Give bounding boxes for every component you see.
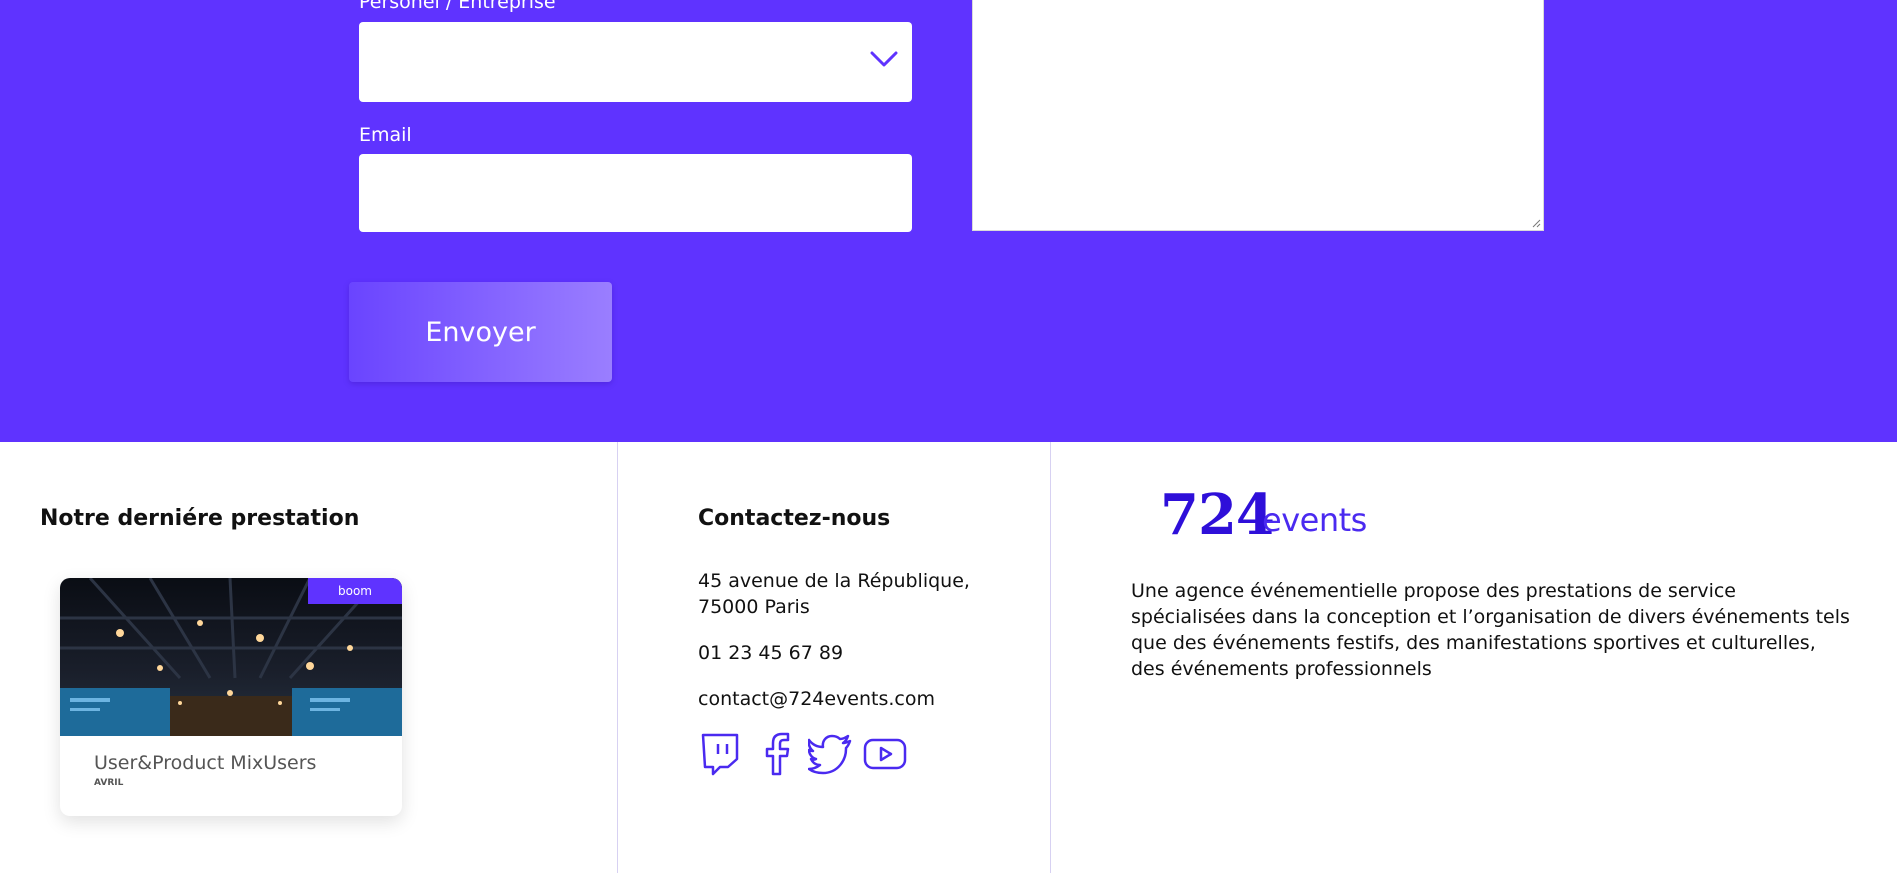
message-textarea[interactable] [972, 0, 1544, 231]
contact-email[interactable]: contact@724events.com [698, 686, 935, 712]
brand-logo-number: 724 [1160, 482, 1275, 548]
event-title: User&Product MixUsers [94, 752, 317, 774]
email-label: Email [359, 124, 412, 146]
brand-description: Une agence événementielle propose des pr… [1131, 580, 1850, 680]
event-month: AVRIL [94, 778, 124, 788]
phone-number: 01 23 45 67 89 [698, 642, 844, 664]
twitter-icon[interactable] [808, 732, 852, 776]
twitch-icon[interactable] [700, 732, 740, 776]
brand-logo-word: events [1262, 501, 1367, 539]
address-line-2: 75000 Paris [698, 596, 810, 618]
type-select[interactable] [359, 22, 912, 102]
contact-title: Contactez-nous [698, 506, 891, 531]
footer-divider-1 [617, 442, 618, 873]
event-category-badge: boom [308, 578, 402, 604]
contact-form-section: Personel / Entreprise Email Envoyer [0, 0, 1897, 442]
footer-divider-2 [1050, 442, 1051, 873]
submit-button[interactable]: Envoyer [349, 282, 612, 382]
type-select-label: Personel / Entreprise [359, 0, 556, 13]
latest-event-title: Notre derniére prestation [40, 506, 360, 531]
latest-event-card[interactable]: boom User&Product MixUsers AVRIL [60, 578, 402, 816]
chevron-down-icon [870, 51, 898, 67]
facebook-icon[interactable] [762, 732, 792, 776]
youtube-icon[interactable] [863, 732, 907, 776]
email-field[interactable] [359, 154, 912, 232]
resize-handle-icon[interactable] [1531, 218, 1541, 228]
address-line-1: 45 avenue de la République, [698, 570, 970, 592]
